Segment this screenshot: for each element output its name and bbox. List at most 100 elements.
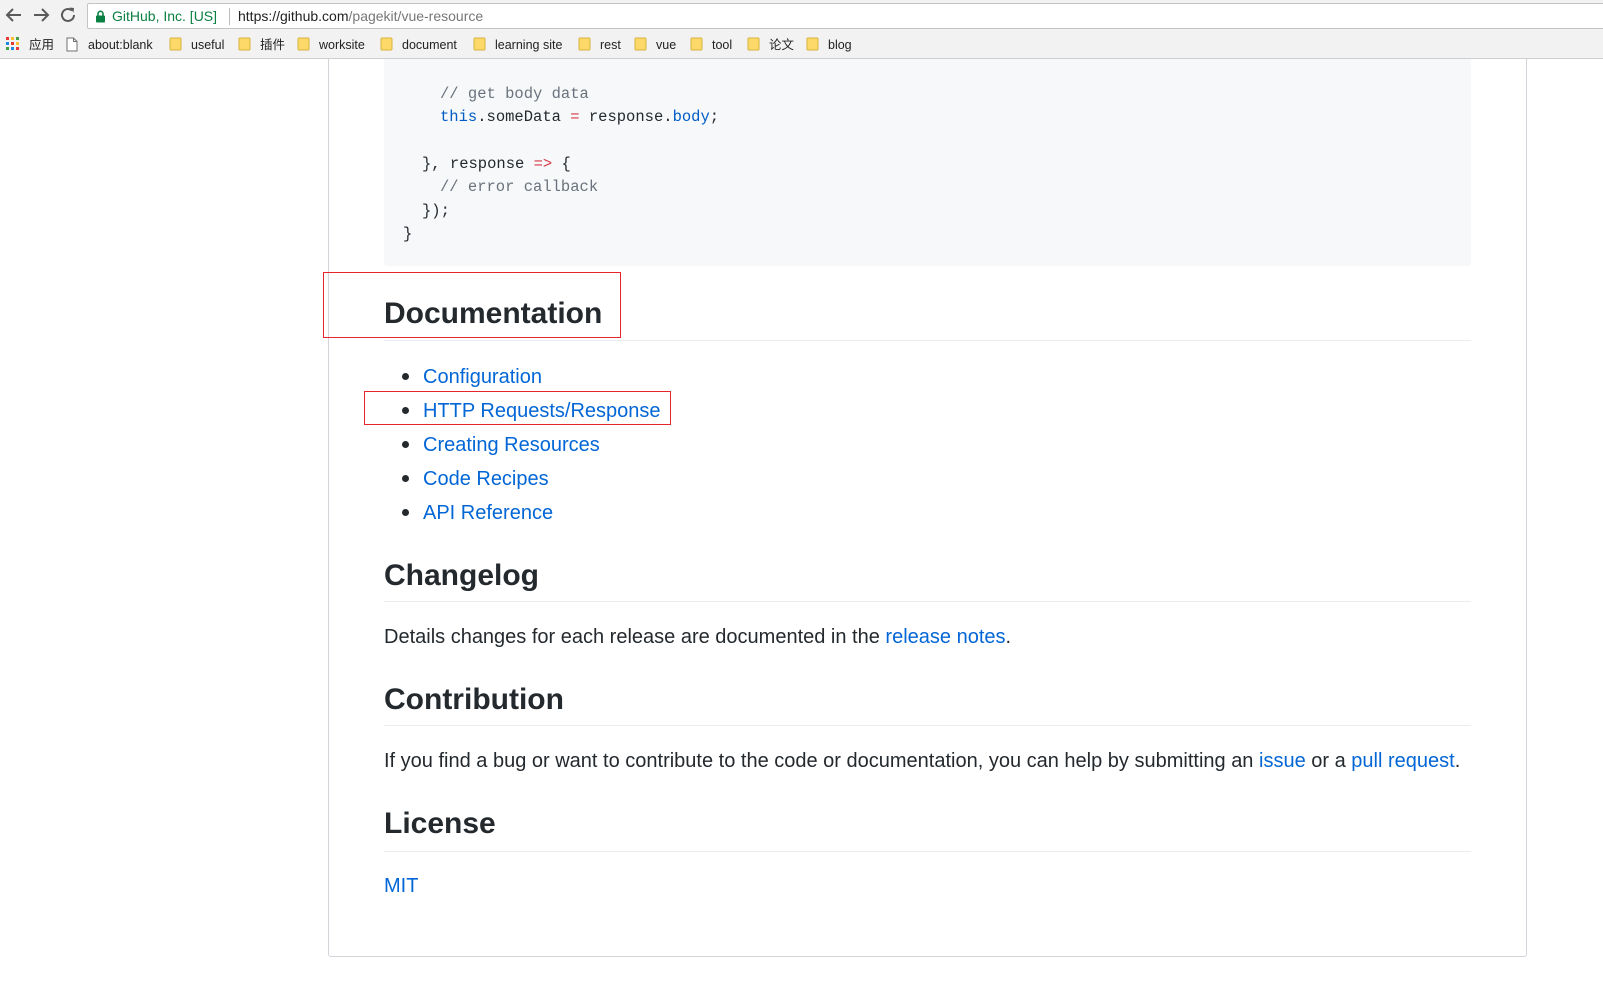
- bookmark-label: blog: [828, 38, 852, 52]
- bookmark-apps[interactable]: 应用: [6, 37, 56, 53]
- code-text: .someData: [477, 108, 571, 126]
- contribution-heading: Contribution: [384, 683, 564, 716]
- annotation-box-http-requests: [364, 391, 671, 425]
- bookmark-folder-learning-site[interactable]: learning site: [473, 37, 569, 53]
- bullet: [402, 509, 409, 516]
- folder-icon: [169, 37, 182, 51]
- forward-button[interactable]: [30, 4, 52, 26]
- folder-icon: [806, 37, 819, 51]
- code-line-4: // error callback: [440, 177, 598, 197]
- apps-grid-icon: [6, 37, 19, 50]
- changelog-text-start: Details changes for each release are doc…: [384, 626, 886, 648]
- changelog-text-end: .: [1005, 626, 1012, 648]
- code-text: }, response: [422, 155, 534, 173]
- code-text: ;: [709, 108, 720, 126]
- code-line-6: }: [403, 224, 412, 244]
- bullet: [402, 475, 409, 482]
- issue-link[interactable]: issue: [1259, 750, 1306, 772]
- bookmark-label: document: [402, 38, 457, 52]
- page-icon: [66, 37, 78, 52]
- changelog-divider: [384, 601, 1471, 602]
- contribution-text-start: If you find a bug or want to contribute …: [384, 750, 1259, 772]
- code-block: // get body data this.someData = respons…: [384, 59, 1471, 266]
- back-button[interactable]: [3, 4, 25, 26]
- bookmark-label: useful: [191, 38, 225, 52]
- bookmark-folder-vue[interactable]: vue: [634, 37, 682, 53]
- bookmark-about-blank[interactable]: about:blank: [66, 37, 158, 53]
- release-notes-link[interactable]: release notes: [885, 626, 1005, 648]
- bookmark-label: about:blank: [88, 38, 153, 52]
- contribution-text-end: .: [1454, 750, 1461, 772]
- code-text: }: [403, 225, 413, 243]
- reload-button[interactable]: [57, 4, 79, 26]
- folder-icon: [634, 37, 647, 51]
- license-text: MIT: [384, 873, 418, 899]
- code-comment: // get body data: [440, 85, 589, 103]
- forward-arrow-icon: [34, 8, 50, 22]
- bookmark-folder-papers[interactable]: 论文: [747, 37, 799, 53]
- folder-icon: [747, 37, 760, 51]
- bookmark-folder-useful[interactable]: useful: [169, 37, 229, 53]
- folder-icon: [380, 37, 393, 51]
- api-reference-link[interactable]: API Reference: [423, 500, 553, 526]
- code-comment: // error callback: [440, 178, 599, 196]
- bookmark-folder-blog[interactable]: blog: [806, 37, 858, 53]
- code-line-1: // get body data: [440, 84, 589, 104]
- code-text: {: [552, 155, 571, 173]
- url-path: /pagekit/vue-resource: [348, 8, 484, 24]
- bookmark-folder-document[interactable]: document: [380, 37, 464, 53]
- folder-icon: [473, 37, 486, 51]
- code-recipes-link[interactable]: Code Recipes: [423, 466, 549, 492]
- contribution-divider: [384, 725, 1471, 726]
- url-text[interactable]: https://github.com/pagekit/vue-resource: [238, 8, 483, 24]
- bookmark-label: learning site: [495, 38, 563, 52]
- folder-icon: [297, 37, 310, 51]
- bookmark-label: 插件: [260, 38, 286, 52]
- code-line-5: });: [422, 201, 450, 221]
- bookmarks-bar: 应用 about:blank useful 插件 worksite docume…: [0, 31, 1603, 59]
- contribution-text-middle: or a: [1305, 750, 1352, 772]
- bookmark-label: tool: [712, 38, 733, 52]
- folder-icon: [578, 37, 591, 51]
- bookmark-label: worksite: [319, 38, 365, 52]
- annotation-box-documentation: [323, 272, 621, 338]
- creating-resources-link[interactable]: Creating Resources: [423, 432, 600, 458]
- configuration-link[interactable]: Configuration: [423, 364, 542, 390]
- omnibox-separator: [229, 8, 230, 25]
- bookmark-label: 论文: [769, 38, 795, 52]
- contribution-text: If you find a bug or want to contribute …: [384, 748, 1460, 774]
- bookmark-label: rest: [600, 38, 621, 52]
- code-property: body: [672, 108, 710, 126]
- documentation-divider: [384, 340, 1471, 341]
- back-arrow-icon: [5, 8, 21, 22]
- code-line-3: }, response => {: [422, 154, 571, 174]
- changelog-text: Details changes for each release are doc…: [384, 624, 1011, 650]
- bookmark-folder-plugins[interactable]: 插件: [238, 37, 288, 53]
- license-heading: License: [384, 807, 496, 840]
- code-text: });: [422, 202, 450, 220]
- license-divider: [384, 851, 1471, 852]
- bullet: [402, 441, 409, 448]
- url-host: https://github.com: [238, 8, 349, 24]
- pull-request-link[interactable]: pull request: [1351, 750, 1454, 772]
- reload-icon: [61, 7, 75, 22]
- bookmark-folder-tool[interactable]: tool: [690, 37, 740, 53]
- bullet: [402, 373, 409, 380]
- code-line-2: this.someData = response.body;: [440, 107, 719, 127]
- changelog-heading: Changelog: [384, 559, 539, 592]
- code-operator: =: [570, 108, 580, 126]
- folder-icon: [238, 37, 251, 51]
- bookmark-folder-rest[interactable]: rest: [578, 37, 626, 53]
- address-bar[interactable]: GitHub, Inc. [US] https://github.com/pag…: [87, 3, 1603, 29]
- lock-icon: [96, 10, 105, 23]
- bookmark-label: vue: [656, 38, 677, 52]
- mit-license-link[interactable]: MIT: [384, 875, 418, 897]
- bookmark-folder-worksite[interactable]: worksite: [297, 37, 372, 53]
- code-text: response.: [579, 108, 673, 126]
- folder-icon: [690, 37, 703, 51]
- bookmark-label: 应用: [29, 38, 55, 52]
- site-identity[interactable]: GitHub, Inc. [US]: [112, 8, 217, 24]
- browser-toolbar: GitHub, Inc. [US] https://github.com/pag…: [0, 0, 1603, 31]
- code-keyword-this: this: [440, 108, 478, 126]
- code-arrow: =>: [533, 155, 553, 173]
